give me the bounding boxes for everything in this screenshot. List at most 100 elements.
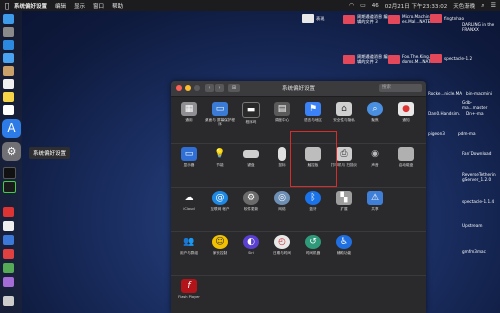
terminal-icon[interactable] (3, 167, 16, 179)
desktop-item[interactable]: Upstream (462, 222, 500, 228)
reminders-icon[interactable] (3, 105, 14, 115)
gear-update-icon: ⚙ (243, 191, 259, 205)
pref-time-machine[interactable]: ↺ 时间机器 (298, 232, 328, 268)
pref-flash-player[interactable]: f Flash Player (174, 276, 204, 312)
pref-startup-disk[interactable]: 启动磁盘 (391, 144, 421, 180)
search-input[interactable]: 搜索 (379, 84, 422, 92)
desktop-icon: ▭ (212, 102, 228, 116)
desktop-item[interactable]: 周期通道消息 编辑的文件 3 (343, 14, 393, 24)
activity-monitor-icon[interactable] (3, 181, 16, 193)
house-lock-icon: ⌂ (336, 102, 352, 116)
mouse-icon (278, 147, 286, 161)
safari-icon[interactable] (3, 40, 14, 50)
pref-energy[interactable]: 💡 节能 (205, 144, 235, 180)
pref-keyboard[interactable]: 键盘 (236, 144, 266, 180)
desktop-item[interactable]: Rocke...nicle.MA bin-macmini (428, 90, 500, 96)
folder-icon (343, 54, 355, 64)
wifi-icon[interactable]: ◠ (349, 2, 354, 9)
general-icon: ▦ (181, 102, 197, 116)
desktop-item[interactable]: 周期通道消息 编辑的文件 2 (343, 54, 393, 64)
desktop-item[interactable]: ReverseTetherin gServer_1.2.0 (462, 172, 500, 182)
pref-spotlight[interactable]: ⌕ 聚焦 (360, 99, 390, 135)
time-machine-icon: ↺ (305, 235, 321, 249)
pref-general[interactable]: ▦ 通用 (174, 99, 204, 135)
folder-icon (388, 14, 400, 24)
pref-accessibility[interactable]: ♿ 辅助功能 (329, 232, 359, 268)
app-store-icon[interactable]: A (2, 119, 21, 138)
pref-siri[interactable]: ◐ Siri (236, 232, 266, 268)
pref-bluetooth[interactable]: ᛒ 蓝牙 (298, 188, 328, 224)
system-preferences-dock-icon[interactable]: ⚙ (2, 142, 21, 161)
desktop-item[interactable]: Dan0.Handsim. Dn+-ma (428, 110, 500, 116)
mail-icon[interactable] (3, 53, 14, 63)
pref-extensions[interactable]: ▚ 扩展 (329, 188, 359, 224)
pref-language[interactable]: ⚑ 语言与地区 (298, 99, 328, 135)
notifications-icon: ● (398, 102, 414, 116)
at-icon: @ (212, 191, 228, 205)
prefs-row-internet: ☁ iCloud @ 互联网 帐户 ⚙ 软件更新 ◎ 网络 ᛒ 蓝牙 ▚ 扩展 ⚠ 共享 (171, 187, 426, 228)
folder-icon (343, 14, 355, 24)
desktop-item[interactable]: Fan’Download (462, 150, 500, 156)
desktop-item[interactable]: gmfm3mac (462, 248, 500, 254)
accessibility-icon: ♿ (336, 235, 352, 249)
pref-parental-controls[interactable]: ☺ 家长控制 (205, 232, 235, 268)
contacts-icon[interactable] (3, 66, 14, 76)
pref-mission-control[interactable]: ▤ 调度中心 (267, 99, 297, 135)
menu-app-name[interactable]: 系统偏好设置 (14, 2, 47, 10)
apple-menu-icon[interactable]:  (0, 2, 14, 10)
keyboard-icon (243, 150, 259, 158)
pref-date-time[interactable]: ◴ 日期与时间 (267, 232, 297, 268)
pref-displays[interactable]: ▭ 显示器 (174, 144, 204, 180)
menu-window[interactable]: 窗口 (93, 2, 104, 10)
pref-users-groups[interactable]: 👥 用户与群组 (174, 232, 204, 268)
flash-icon: f (181, 279, 197, 293)
menu-user[interactable]: 天色渐晚 (453, 2, 475, 10)
calendar-icon[interactable] (3, 79, 14, 89)
mission-control-icon: ▤ (274, 102, 290, 116)
desktop-item[interactable]: Gdb-ma...master (462, 100, 500, 110)
notes-icon[interactable] (3, 92, 14, 102)
menu-clock[interactable]: 02月21日 下午23:33:02 (385, 2, 447, 10)
app-purple-icon[interactable] (3, 277, 14, 287)
desktop-item[interactable]: pigeon3 pdm-ma (428, 130, 500, 136)
desktop-item[interactable]: spectacle-1.2 (430, 54, 480, 63)
desktop-item[interactable]: spectacle-1.1.4 (462, 198, 500, 204)
puzzle-icon: ▚ (336, 191, 352, 205)
app-red-icon[interactable] (3, 207, 14, 217)
menu-view[interactable]: 显示 (74, 2, 85, 10)
pref-internet-accounts[interactable]: @ 互联网 帐户 (205, 188, 235, 224)
dock: A ⚙ (0, 11, 22, 313)
speaker-icon: ◉ (371, 149, 379, 159)
file-icon (302, 14, 314, 23)
pref-icloud[interactable]: ☁ iCloud (174, 188, 204, 224)
finder-icon[interactable] (3, 14, 14, 24)
battery-icon[interactable]: ▭ (360, 2, 366, 9)
app-white-icon[interactable] (3, 221, 14, 231)
menu-edit[interactable]: 编辑 (55, 2, 66, 10)
spotlight-menu-icon[interactable]: ⌕ (481, 2, 484, 10)
pref-sharing[interactable]: ⚠ 共享 (360, 188, 390, 224)
disk-icon (398, 147, 414, 161)
pref-security[interactable]: ⌂ 安全性与隐私 (329, 99, 359, 135)
bluetooth-icon: ᛒ (305, 191, 321, 205)
app-red2-icon[interactable] (3, 249, 14, 259)
pref-dock[interactable]: ▬ 程序坞 (236, 99, 266, 135)
launchpad-icon[interactable] (3, 27, 14, 37)
pref-network[interactable]: ◎ 网络 (267, 188, 297, 224)
clock-icon: ◴ (274, 235, 290, 249)
network-icon: ◎ (274, 191, 290, 205)
desktop-item[interactable]: DARLING in the FRANXX (462, 22, 500, 32)
pref-sound[interactable]: ◉ 声音 (360, 144, 390, 180)
app-green-icon[interactable] (3, 263, 14, 273)
window-titlebar[interactable]: ‹ › ⊞ 系统偏好设置 搜索 (171, 81, 426, 97)
globe-flag-icon: ⚑ (305, 102, 321, 116)
pref-software-update[interactable]: ⚙ 软件更新 (236, 188, 266, 224)
app-blue-icon[interactable] (3, 235, 14, 245)
display-icon: ▭ (181, 147, 197, 161)
pref-notifications[interactable]: ● 通知 (391, 99, 421, 135)
battery-percent: 46 (371, 2, 379, 9)
pref-desktop[interactable]: ▭ 桌面与 屏幕保护程序 (205, 99, 235, 135)
notification-center-icon[interactable]: ☰ (491, 2, 496, 9)
menu-help[interactable]: 帮助 (112, 2, 123, 10)
trash-icon[interactable] (3, 296, 14, 306)
